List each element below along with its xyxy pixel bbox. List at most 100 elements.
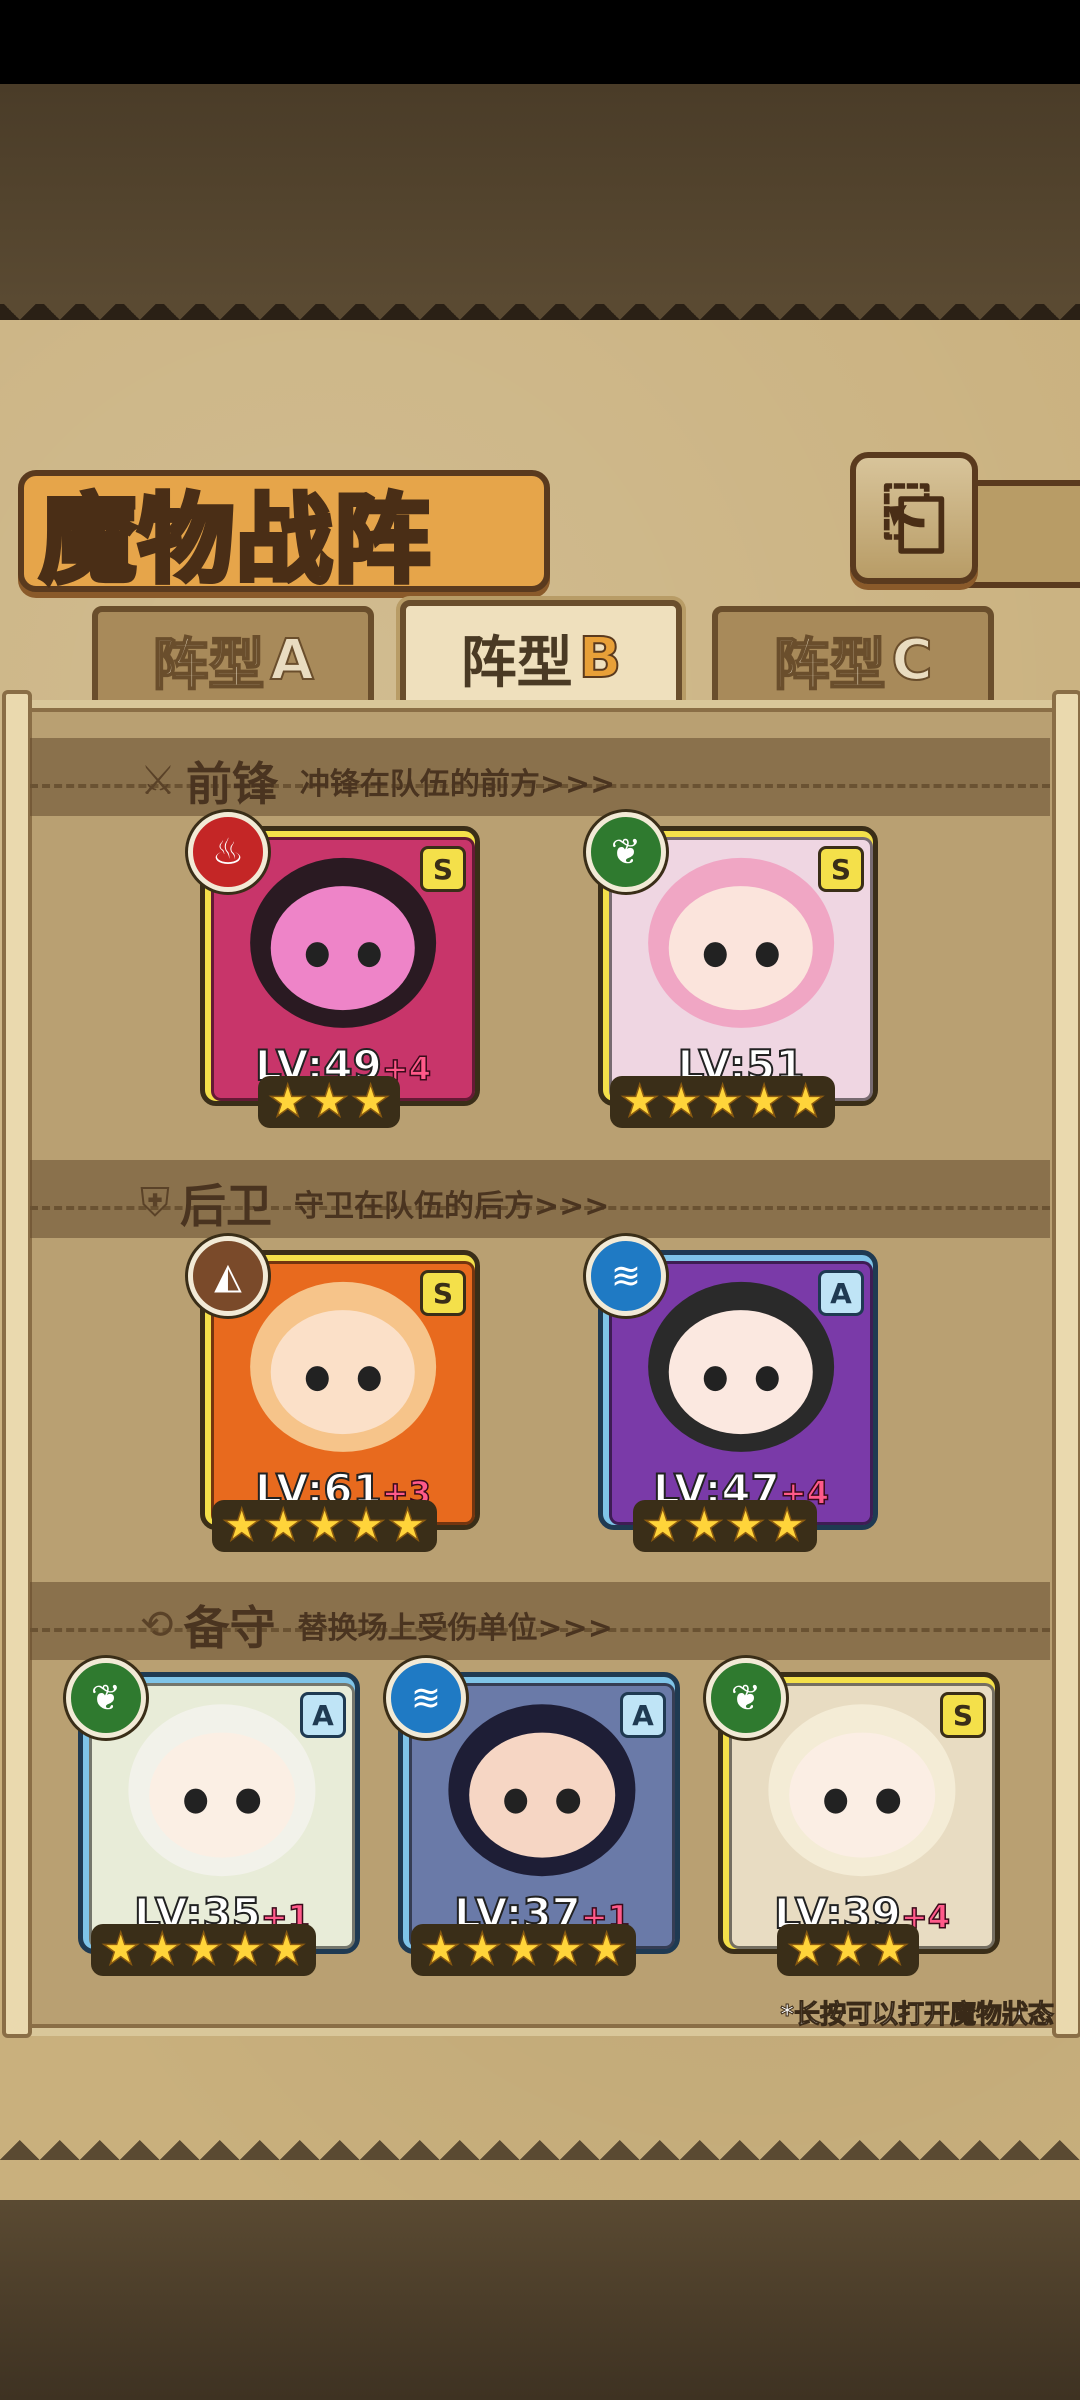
star-icon: ★ [304,1500,345,1551]
star-icon: ★ [725,1500,766,1551]
leaf-icon: ❦ [66,1658,146,1738]
star-icon: ★ [221,1500,262,1551]
tab-label: 阵型 [151,632,265,699]
monster-eye [357,942,381,967]
monster-eye [504,1788,528,1814]
section-subtitle: 冲锋在队伍的前方>>> [299,767,616,802]
swap-icon: ⟲ [140,1602,174,1648]
monster-eye [824,1788,848,1814]
shield-icon: ⛨ [140,1180,170,1226]
star-icon: ★ [142,1924,183,1975]
star-icon: ★ [100,1924,141,1975]
rank-badge: S [420,846,466,892]
monster-eye [184,1788,208,1814]
star-icon: ★ [869,1924,910,1975]
star-rating: ★ ★ ★ [777,1924,920,1976]
panel-pillar-right [1052,690,1080,2038]
monster-eye [755,942,779,967]
tab-letter: A [269,627,314,694]
back-arrow-icon: ⎗ [882,471,946,564]
monster-face [149,1732,295,1858]
star-icon: ★ [267,1076,308,1127]
monster-eye [556,1788,580,1814]
rank-badge: A [818,1270,864,1316]
back-button[interactable]: ⎗ [850,452,978,584]
monster-eye [357,1366,381,1391]
star-icon: ★ [183,1924,224,1975]
star-rating: ★ ★ ★ [258,1076,401,1128]
star-icon: ★ [346,1500,387,1551]
page-title: 魔物战阵 [38,482,433,599]
star-icon: ★ [642,1500,683,1551]
tab-letter: C [890,627,933,694]
monster-face [469,1732,615,1858]
monster-face [668,1310,814,1435]
water-icon: ≋ [586,1236,666,1316]
star-icon: ★ [702,1076,743,1127]
section-header-reserve: ⟲ 备守 替换场上受伤单位>>> [140,1592,613,1658]
star-icon: ★ [545,1924,586,1975]
star-icon: ★ [619,1076,660,1127]
star-icon: ★ [263,1500,304,1551]
star-rating: ★ ★ ★ ★ [633,1500,817,1552]
tab-letter: B [578,625,623,692]
section-subtitle: 替换场上受伤单位>>> [297,1611,613,1646]
earth-icon: ◭ [188,1236,268,1316]
star-rating: ★ ★ ★ ★ ★ [411,1924,637,1976]
section-title: 备守 [183,1601,276,1655]
torn-edge-bottom [0,2120,1080,2160]
star-rating: ★ ★ ★ ★ ★ [610,1076,836,1128]
star-icon: ★ [586,1924,627,1975]
monster-face [668,886,814,1011]
section-header-back: ⛨ 后卫 守卫在队伍的后方>>> [140,1170,609,1236]
star-icon: ★ [786,1924,827,1975]
star-icon: ★ [387,1500,428,1551]
rank-badge: S [420,1270,466,1316]
star-icon: ★ [266,1924,307,1975]
section-title: 后卫 [180,1179,272,1233]
star-icon: ★ [684,1500,725,1551]
sword-icon: ⚔ [140,758,176,804]
map-background-bottom [0,2200,1080,2400]
monster-eye [876,1788,900,1814]
monster-face [270,1310,416,1435]
water-icon: ≋ [386,1658,466,1738]
status-bar [0,0,1080,84]
star-icon: ★ [350,1076,391,1127]
monster-eye [305,942,329,967]
monster-face [789,1732,935,1858]
tab-label: 阵型 [460,630,573,696]
rank-badge: S [940,1692,986,1738]
leaf-icon: ❦ [706,1658,786,1738]
tab-formation-c[interactable]: 阵型 C [712,606,994,714]
monster-eye [305,1366,329,1391]
monster-face [270,886,416,1011]
torn-edge-top [0,300,1080,340]
star-icon: ★ [767,1500,808,1551]
tab-label: 阵型 [772,632,886,699]
fire-icon: ♨ [188,812,268,892]
star-icon: ★ [309,1076,350,1127]
map-background-top [0,84,1080,304]
rank-badge: A [620,1692,666,1738]
monster-eye [703,1366,727,1391]
monster-eye [755,1366,779,1391]
back-button-tail [966,480,1080,588]
star-icon: ★ [785,1076,826,1127]
star-icon: ★ [225,1924,266,1975]
tab-formation-b[interactable]: 阵型 B [400,600,682,716]
monster-eye [703,942,727,967]
star-icon: ★ [462,1924,503,1975]
rank-badge: S [818,846,864,892]
star-rating: ★ ★ ★ ★ ★ [91,1924,317,1976]
star-icon: ★ [744,1076,785,1127]
long-press-hint: *长按可以打开魔物狀态 [780,2000,1055,2031]
star-icon: ★ [503,1924,544,1975]
tab-formation-a[interactable]: 阵型 A [92,606,374,714]
section-subtitle: 守卫在队伍的后方>>> [294,1189,610,1224]
panel-pillar-left [2,690,32,2038]
star-icon: ★ [661,1076,702,1127]
star-rating: ★ ★ ★ ★ ★ [212,1500,438,1552]
star-icon: ★ [828,1924,869,1975]
section-header-front: ⚔ 前锋 冲锋在队伍的前方>>> [140,748,615,814]
